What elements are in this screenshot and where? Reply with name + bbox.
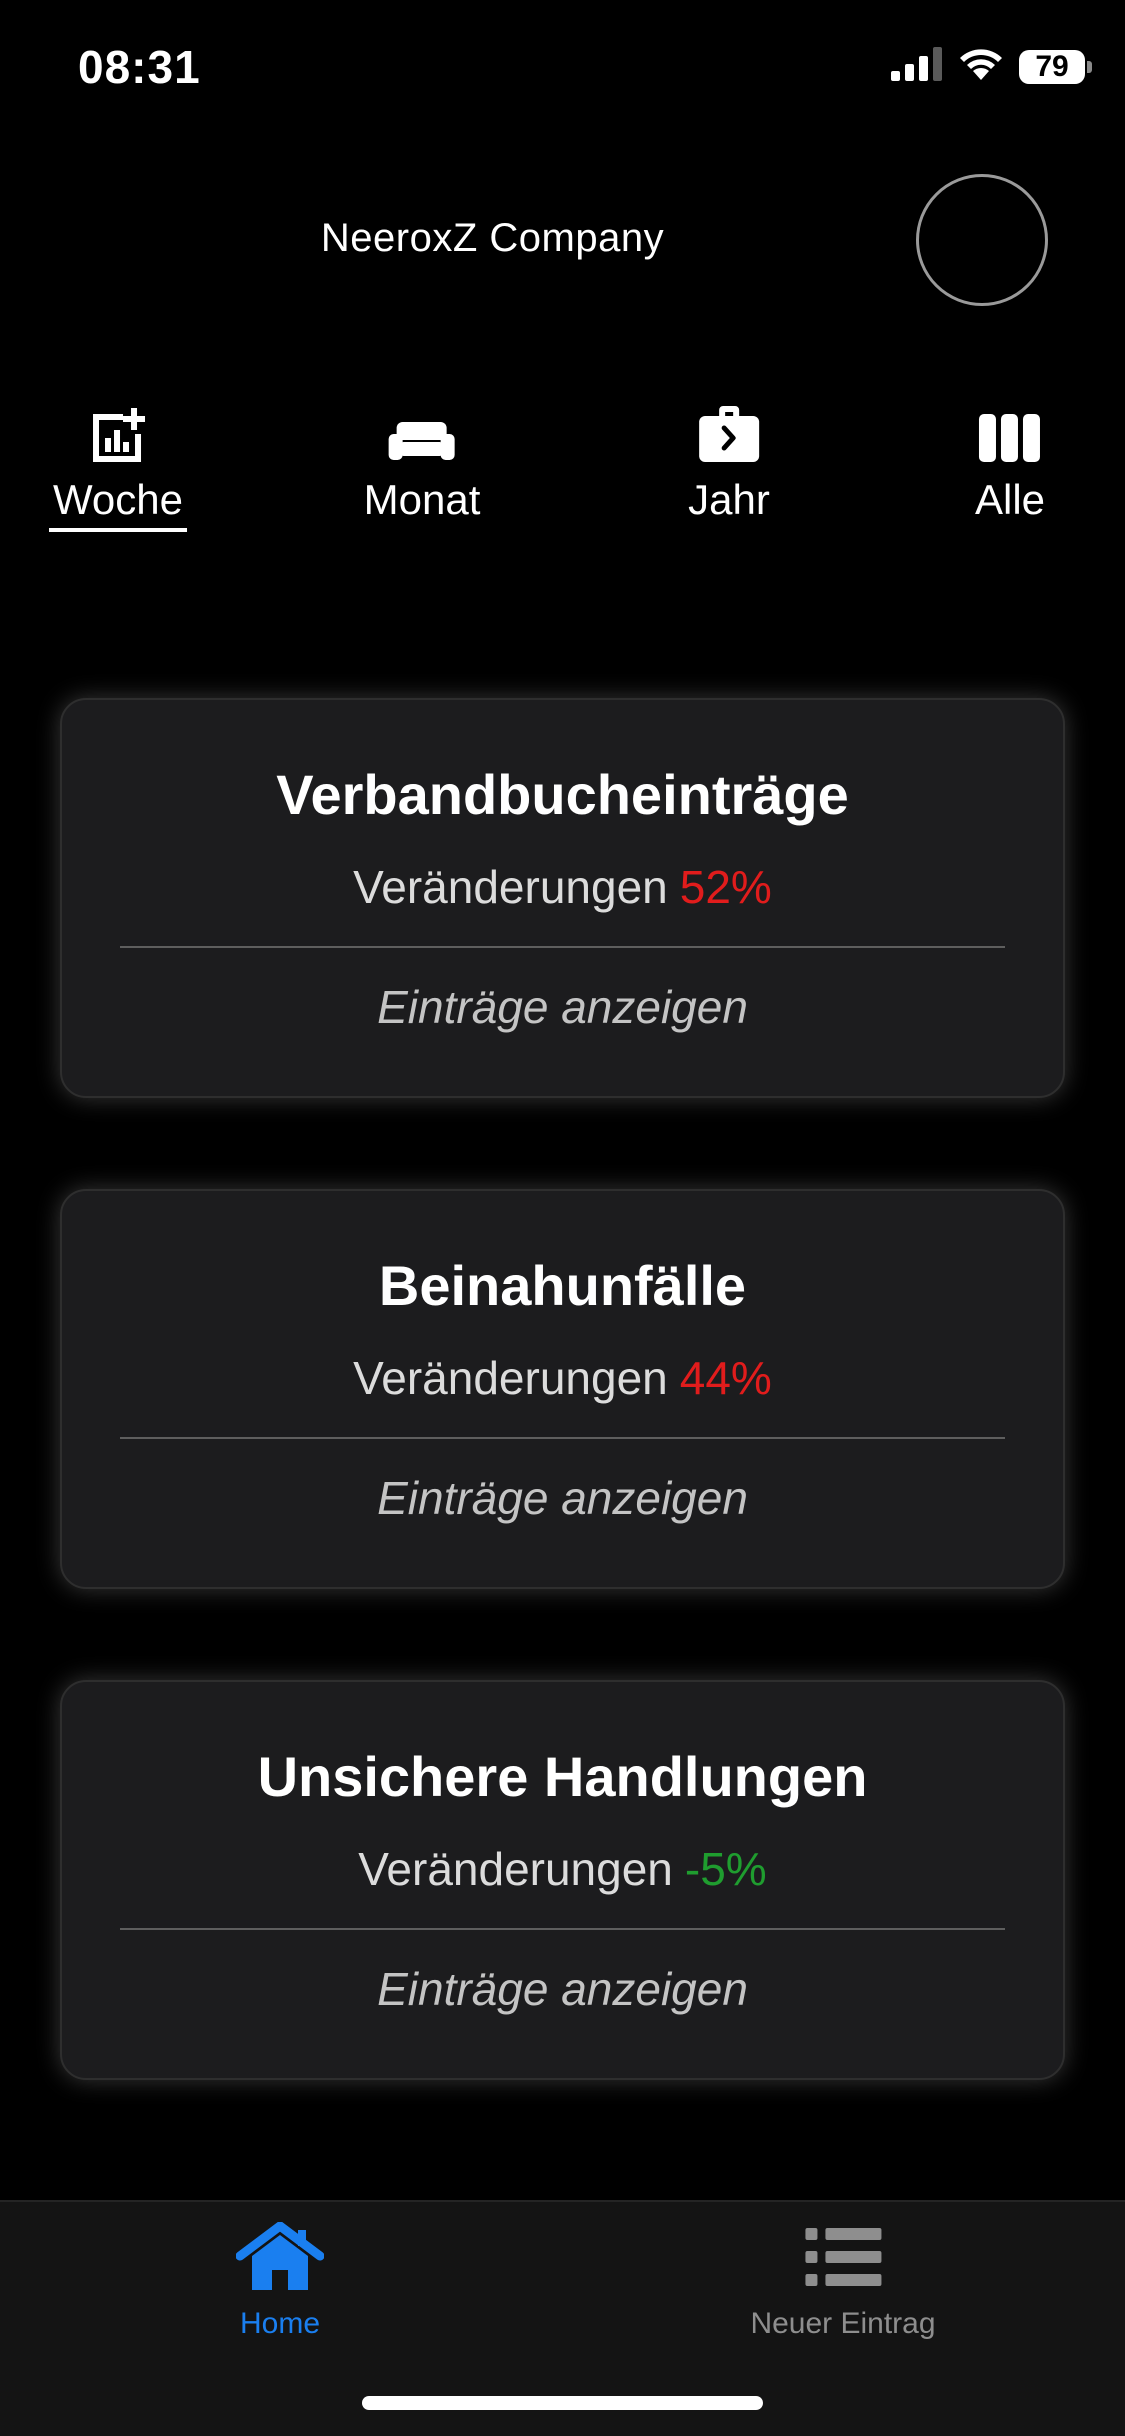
briefcase-icon	[697, 394, 761, 464]
tabbar-item-neuer-eintrag[interactable]: Neuer Eintrag	[750, 2222, 936, 2341]
tabbar-label: Home	[239, 2307, 321, 2340]
tab-label: Monat	[363, 476, 481, 523]
tab-woche[interactable]: Woche	[49, 394, 187, 532]
home-icon	[235, 2221, 325, 2297]
company-title: NeeroxZ Company	[320, 216, 665, 260]
status-time: 08:31	[78, 41, 201, 93]
change-label: Veränderungen	[353, 861, 668, 913]
change-value: -5%	[684, 1843, 767, 1895]
wifi-icon	[957, 46, 1005, 87]
card-divider	[120, 1437, 1005, 1439]
columns-icon	[978, 394, 1042, 464]
card-change: Veränderungen -5%	[62, 1842, 1063, 1896]
tab-monat[interactable]: Monat	[363, 394, 481, 528]
change-value: 52%	[679, 861, 772, 913]
card-title: Unsichere Handlungen	[257, 1745, 868, 1808]
card-divider	[120, 1928, 1005, 1930]
tab-alle[interactable]: Alle	[975, 394, 1045, 528]
show-entries-link[interactable]: Einträge anzeigen	[62, 980, 1063, 1034]
show-entries-link[interactable]: Einträge anzeigen	[62, 1962, 1063, 2016]
tab-jahr[interactable]: Jahr	[688, 394, 770, 528]
card-change: Veränderungen 52%	[62, 860, 1063, 914]
show-entries-link[interactable]: Einträge anzeigen	[62, 1471, 1063, 1525]
list-icon	[803, 2222, 883, 2297]
stat-card-unsichere-handlungen[interactable]: Unsichere Handlungen Veränderungen -5% Ei…	[60, 1680, 1065, 2080]
tab-label: Alle	[974, 476, 1046, 523]
card-change: Veränderungen 44%	[62, 1351, 1063, 1405]
tab-label: Woche	[49, 476, 187, 532]
home-indicator	[362, 2396, 763, 2410]
battery-level: 79	[1035, 49, 1069, 83]
status-icons: 79	[891, 46, 1092, 87]
tabbar-label: Neuer Eintrag	[750, 2307, 936, 2340]
change-value: 44%	[679, 1352, 772, 1404]
card-divider	[120, 946, 1005, 948]
change-label: Veränderungen	[353, 1352, 668, 1404]
card-title: Verbandbucheinträge	[276, 763, 849, 826]
avatar[interactable]	[916, 174, 1048, 306]
status-bar: 08:31 79	[0, 0, 1125, 140]
stat-card-beinahunfaelle[interactable]: Beinahunfälle Veränderungen 44% Einträge …	[60, 1189, 1065, 1589]
change-label: Veränderungen	[358, 1843, 673, 1895]
tabbar-item-home[interactable]: Home	[235, 2221, 325, 2341]
battery-icon: 79	[1019, 49, 1092, 84]
chart-add-icon	[87, 394, 149, 464]
tab-label: Jahr	[688, 476, 770, 523]
stat-card-verbandbuch[interactable]: Verbandbucheinträge Veränderungen 52% Ein…	[60, 698, 1065, 1098]
card-title: Beinahunfälle	[378, 1254, 747, 1317]
sofa-icon	[387, 394, 457, 464]
cellular-signal-icon	[891, 47, 943, 86]
